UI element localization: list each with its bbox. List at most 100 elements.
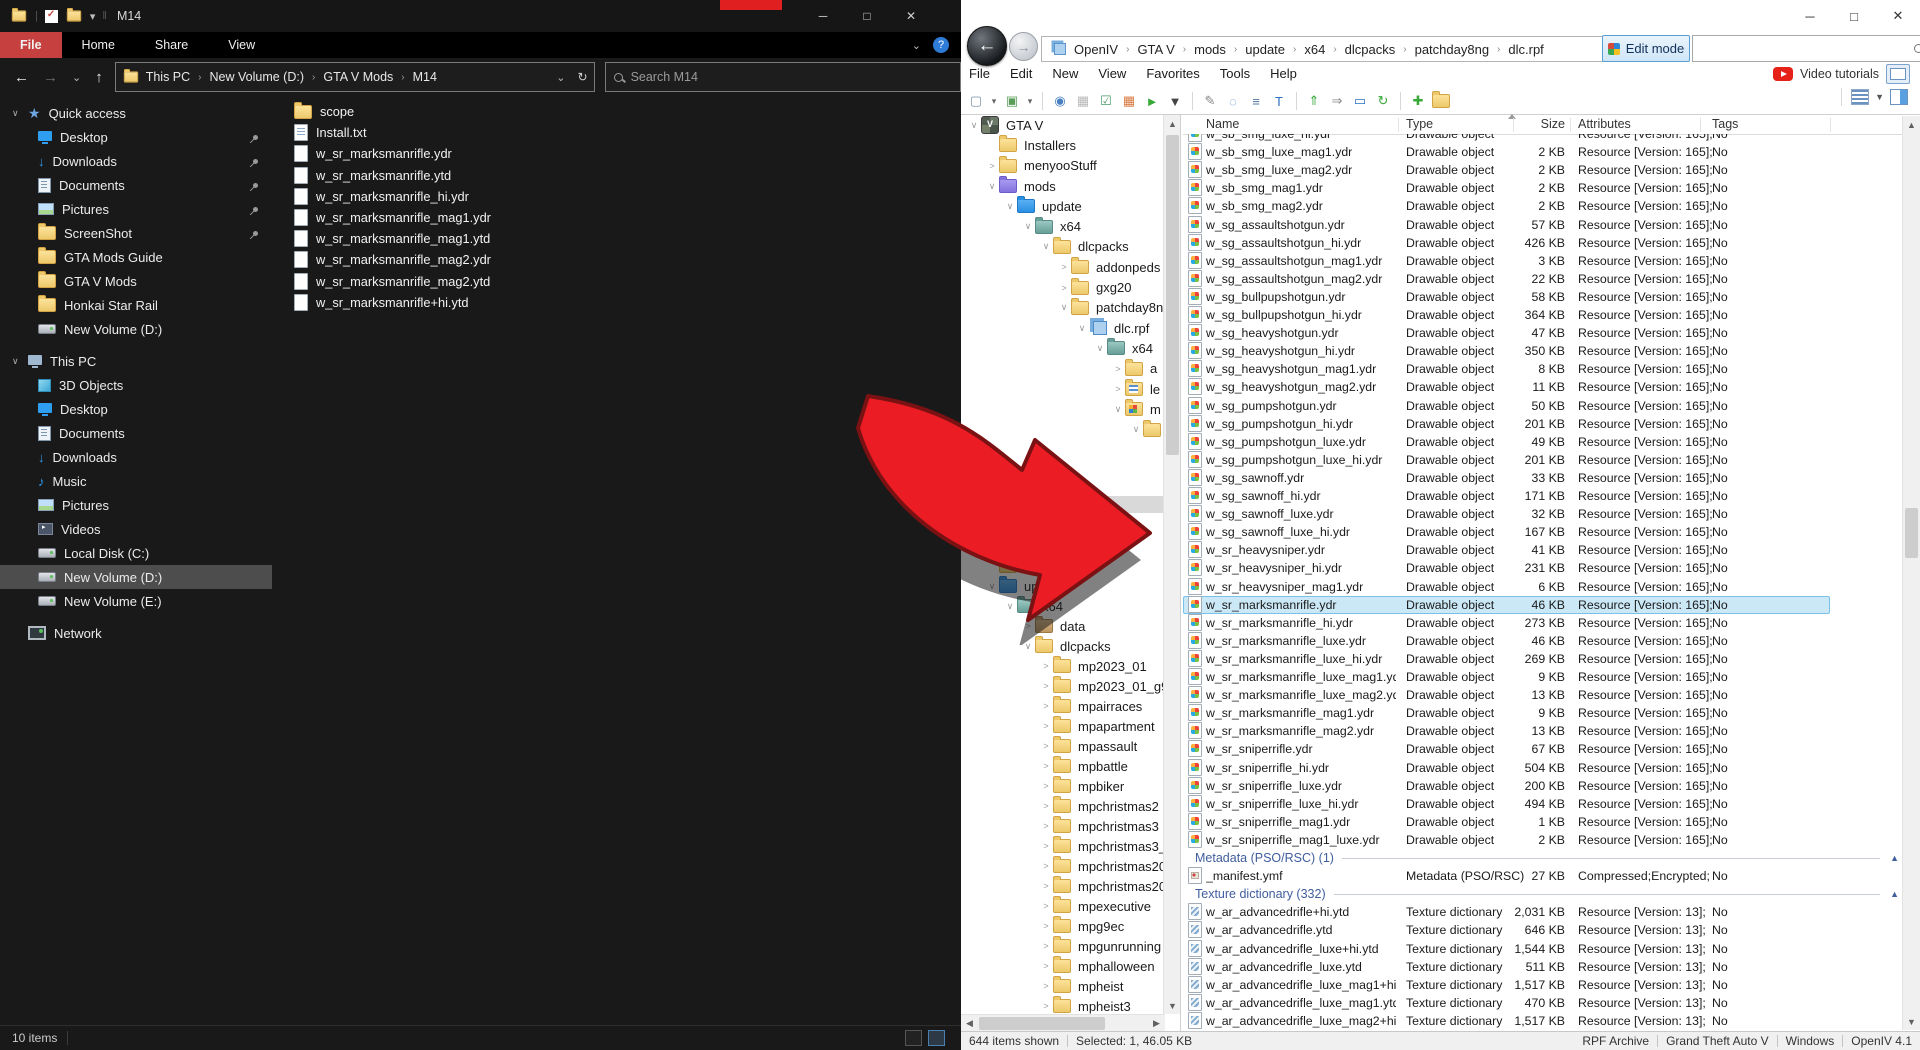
tree-item-scripts[interactable]: scripts bbox=[961, 556, 1163, 576]
collapse-group-icon[interactable]: ▲ bbox=[1890, 853, 1899, 863]
list-row[interactable]: w_sg_assaultshotgun_mag2.ydrDrawable obj… bbox=[1183, 270, 1903, 288]
minimize-button[interactable]: ─ bbox=[801, 0, 845, 32]
close-button[interactable]: ✕ bbox=[1876, 0, 1920, 32]
list-row[interactable]: w_sr_heavysniper_hi.ydrDrawable object23… bbox=[1183, 559, 1903, 577]
tree-item-data[interactable]: >data bbox=[961, 616, 1163, 636]
list-row[interactable]: _manifest.ymfMetadata (PSO/RSC)27 KBComp… bbox=[1183, 867, 1903, 885]
rename-box-icon[interactable]: ▭ bbox=[1351, 92, 1369, 110]
list-row[interactable]: w_sr_sniperrifle_mag1_luxe.ydrDrawable o… bbox=[1183, 831, 1903, 849]
file-row[interactable]: w_sr_marksmanrifle_hi.ydr bbox=[272, 186, 951, 207]
list-scrollbar[interactable]: ▲ ▼ bbox=[1902, 116, 1920, 1030]
list-row[interactable]: w_sg_heavyshotgun_mag2.ydrDrawable objec… bbox=[1183, 378, 1903, 396]
tree-item-mpchristmas2017[interactable]: >mpchristmas2017 bbox=[961, 856, 1163, 876]
text-page-icon[interactable]: ≡ bbox=[1247, 92, 1265, 110]
tree-item-mpexecutive[interactable]: >mpexecutive bbox=[961, 896, 1163, 916]
chevron-right-icon[interactable]: > bbox=[1039, 721, 1053, 731]
breadcrumb-item[interactable]: update bbox=[1245, 42, 1285, 57]
open-folder-icon[interactable] bbox=[1432, 94, 1450, 108]
list-row[interactable]: w_sg_bullpupshotgun_hi.ydrDrawable objec… bbox=[1183, 306, 1903, 324]
tree-item-mp2023_01[interactable]: >mp2023_01 bbox=[961, 656, 1163, 676]
tree-item-x64[interactable]: ∨x64 bbox=[961, 596, 1163, 616]
tree-item-x64[interactable]: ∨x64 bbox=[961, 338, 1163, 358]
list-row[interactable]: w_sr_heavysniper_mag1.ydrDrawable object… bbox=[1183, 578, 1903, 596]
list-row[interactable]: w_sr_sniperrifle_hi.ydrDrawable object50… bbox=[1183, 759, 1903, 777]
view-dropdown-icon[interactable]: ▼ bbox=[1875, 92, 1884, 102]
list-row[interactable]: w_sr_heavysniper.ydrDrawable object41 KB… bbox=[1183, 541, 1903, 559]
chevron-right-icon[interactable]: > bbox=[1057, 262, 1071, 272]
list-row[interactable]: w_sr_sniperrifle_luxe.ydrDrawable object… bbox=[1183, 777, 1903, 795]
chevron-right-icon[interactable]: > bbox=[1039, 861, 1053, 871]
tree-hscrollbar[interactable]: ◀ ▶ bbox=[961, 1014, 1165, 1032]
chevron-right-icon[interactable]: > bbox=[1039, 821, 1053, 831]
tree-item-mpbattle[interactable]: >mpbattle bbox=[961, 756, 1163, 776]
list-row[interactable]: w_sg_bullpupshotgun.ydrDrawable object58… bbox=[1183, 288, 1903, 306]
list-row[interactable]: w_sr_sniperrifle_mag1.ydrDrawable object… bbox=[1183, 813, 1903, 831]
chevron-right-icon[interactable]: > bbox=[1039, 781, 1053, 791]
chevron-down-icon[interactable]: ∨ bbox=[1003, 601, 1017, 612]
sidebar-item-screenshot[interactable]: ScreenShot bbox=[0, 221, 272, 245]
forward-button[interactable]: → bbox=[1009, 32, 1038, 61]
list-row[interactable]: w_sg_assaultshotgun_hi.ydrDrawable objec… bbox=[1183, 234, 1903, 252]
tree-item-mpgunrunning[interactable]: >mpgunrunning bbox=[961, 936, 1163, 956]
list-row[interactable]: w_sg_heavyshotgun.ydrDrawable object47 K… bbox=[1183, 324, 1903, 342]
qat-dropdown-icon[interactable]: ▾ bbox=[90, 10, 96, 23]
sidebar-item-pictures[interactable]: Pictures bbox=[0, 197, 272, 221]
tree-item-GTA V[interactable]: ∨GTA V bbox=[961, 115, 1163, 135]
list-row[interactable]: w_sb_smg_mag1.ydrDrawable object2 KBReso… bbox=[1183, 179, 1903, 197]
chevron-right-icon[interactable]: > bbox=[1039, 881, 1053, 891]
list-row[interactable]: w_sg_assaultshotgun_mag1.ydrDrawable obj… bbox=[1183, 252, 1903, 270]
chevron-right-icon[interactable]: > bbox=[1039, 981, 1053, 991]
column-header-type[interactable]: Type bbox=[1406, 117, 1433, 131]
chevron-down-icon[interactable]: ∨ bbox=[1057, 302, 1071, 313]
menu-favorites[interactable]: Favorites bbox=[1146, 66, 1199, 81]
youtube-icon[interactable] bbox=[1773, 67, 1793, 81]
search-box[interactable]: Search M14 bbox=[605, 62, 961, 92]
tree-item-mpairraces[interactable]: >mpairraces bbox=[961, 696, 1163, 716]
recent-locations-icon[interactable]: ⌄ bbox=[72, 71, 81, 84]
list-row[interactable]: w_ar_advancedrifle_luxe+hi.ytdTexture di… bbox=[1183, 940, 1903, 958]
list-row[interactable]: w_sg_pumpshotgun.ydrDrawable object50 KB… bbox=[1183, 397, 1903, 415]
tree-item-dlc.rpf[interactable]: ∨dlc.rpf bbox=[961, 318, 1163, 338]
refresh-icon[interactable]: ↻ bbox=[1374, 92, 1392, 110]
list-row[interactable]: w_ar_advancedrifle+hi.ytdTexture diction… bbox=[1183, 903, 1903, 921]
chevron-down-icon[interactable]: ∨ bbox=[967, 120, 981, 131]
chevron-right-icon[interactable]: > bbox=[1021, 621, 1035, 631]
tree-item-mpchristmas2[interactable]: >mpchristmas2 bbox=[961, 796, 1163, 816]
back-button[interactable]: ← bbox=[967, 26, 1007, 66]
breadcrumb-item[interactable]: GTA V bbox=[1137, 42, 1174, 57]
play-icon[interactable]: ► bbox=[1143, 92, 1161, 110]
tree-item-mphalloween[interactable]: >mphalloween bbox=[961, 956, 1163, 976]
column-header-name[interactable]: Name bbox=[1206, 117, 1239, 131]
chevron-down-icon[interactable]: ∨ bbox=[1111, 404, 1125, 415]
list-row[interactable]: w_sg_heavyshotgun_hi.ydrDrawable object3… bbox=[1183, 342, 1903, 360]
menu-edit[interactable]: Edit bbox=[1010, 66, 1032, 81]
chevron-right-icon[interactable]: > bbox=[1039, 801, 1053, 811]
sidebar-item-new-volume-e-[interactable]: New Volume (E:) bbox=[0, 589, 272, 613]
tree-item-Installers[interactable]: Installers bbox=[961, 135, 1163, 155]
tree-item-menyooStuff[interactable]: >menyooStuff bbox=[961, 156, 1163, 176]
breadcrumb-item[interactable]: GTA V Mods bbox=[323, 70, 393, 84]
list-row[interactable]: w_ar_advancedrifle_luxe_mag1.ytdTexture … bbox=[1183, 994, 1903, 1012]
sidebar-item-documents[interactable]: Documents bbox=[0, 173, 272, 197]
menu-view[interactable]: View bbox=[1098, 66, 1126, 81]
list-row[interactable]: w_sg_sawnoff_luxe_hi.ydrDrawable object1… bbox=[1183, 523, 1903, 541]
sidebar-item-pictures[interactable]: Pictures bbox=[0, 493, 272, 517]
breadcrumb-item[interactable]: dlc.rpf bbox=[1508, 42, 1543, 57]
save-icon[interactable]: ▼ bbox=[1166, 92, 1184, 110]
chevron-right-icon[interactable]: > bbox=[1039, 921, 1053, 931]
sidebar-item-new-volume-d-[interactable]: New Volume (D:) bbox=[0, 317, 272, 341]
list-row[interactable]: w_sb_smg_luxe_hi.ydrDrawable objectResou… bbox=[1183, 134, 1903, 143]
tree-item-mpassault[interactable]: >mpassault bbox=[961, 736, 1163, 756]
list-row[interactable]: w_sg_pumpshotgun_luxe_hi.ydrDrawable obj… bbox=[1183, 451, 1903, 469]
breadcrumb-item[interactable]: dlcpacks bbox=[1345, 42, 1396, 57]
list-row[interactable]: w_ar_advancedrifle_luxe_mag2+hi.ytdTextu… bbox=[1183, 1012, 1903, 1030]
ribbon-collapse-icon[interactable]: ⌄ bbox=[912, 39, 921, 52]
details-view-icon[interactable] bbox=[905, 1030, 922, 1046]
file-row[interactable]: scope bbox=[272, 101, 951, 122]
sidebar-item-local-disk-c-[interactable]: Local Disk (C:) bbox=[0, 541, 272, 565]
address-bar[interactable]: This PC›New Volume (D:)›GTA V Mods›M14 ⌄… bbox=[115, 62, 595, 92]
chevron-right-icon[interactable]: > bbox=[1111, 364, 1125, 374]
breadcrumb-item[interactable]: This PC bbox=[146, 70, 190, 84]
chevron-down-icon[interactable]: ∨ bbox=[1003, 201, 1017, 212]
tree-item-dlcpacks[interactable]: ∨dlcpacks bbox=[961, 237, 1163, 257]
